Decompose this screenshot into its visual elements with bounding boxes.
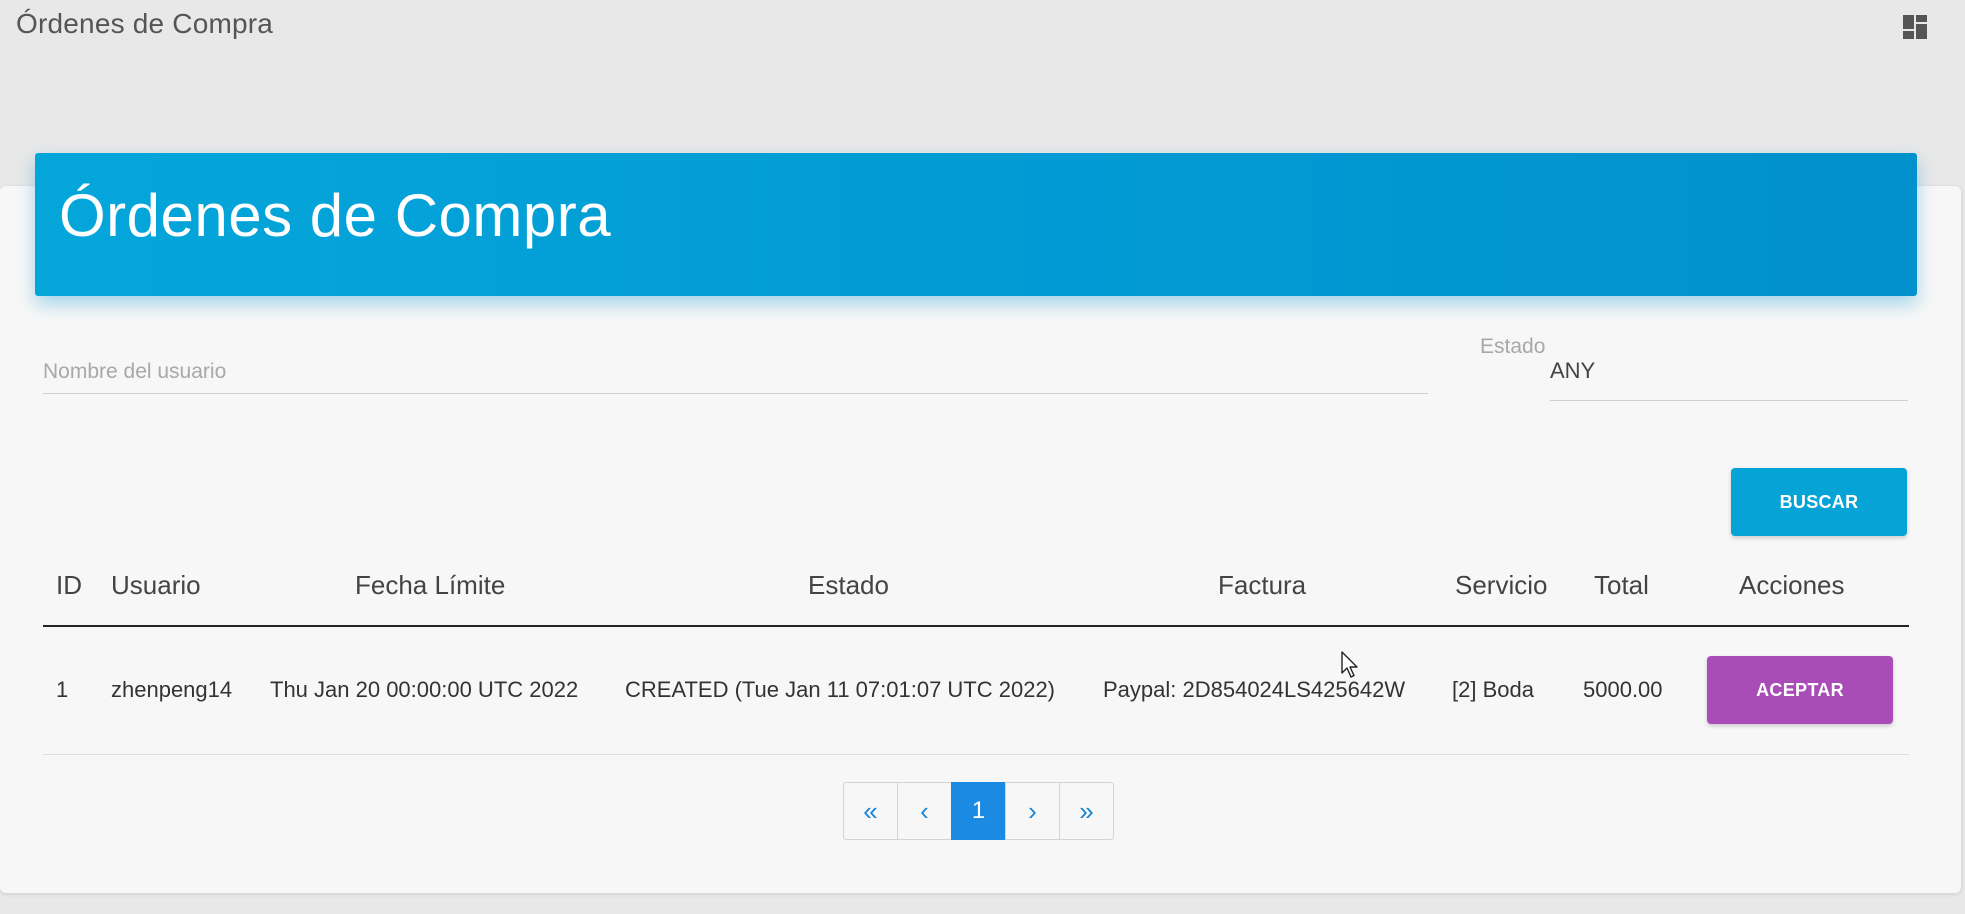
cell-fecha-limite: Thu Jan 20 00:00:00 UTC 2022 <box>270 677 579 702</box>
column-header-estado: Estado <box>808 570 889 600</box>
cell-usuario: zhenpeng14 <box>111 677 233 702</box>
cell-id: 1 <box>56 677 69 702</box>
aceptar-button[interactable]: ACEPTAR <box>1707 656 1893 724</box>
cell-estado: CREATED (Tue Jan 11 07:01:07 UTC 2022) <box>625 677 1056 702</box>
last-page-button[interactable]: » <box>1059 782 1114 840</box>
card-header: Órdenes de Compra <box>35 153 1917 296</box>
top-bar: Órdenes de Compra <box>0 0 1965 60</box>
page-1-button[interactable]: 1 <box>951 782 1006 840</box>
prev-page-button[interactable]: ‹ <box>897 782 952 840</box>
estado-selected-value: ANY <box>1550 358 1596 383</box>
cell-servicio: [2] Boda <box>1452 677 1534 702</box>
cell-factura: Paypal: 2D854024LS425642W <box>1103 677 1406 702</box>
table-row: 1 zhenpeng14 Thu Jan 20 00:00:00 UTC 202… <box>43 627 1909 755</box>
column-header-id: ID <box>56 570 82 600</box>
first-page-button[interactable]: « <box>843 782 898 840</box>
user-name-input[interactable] <box>43 355 1428 389</box>
column-header-acciones: Acciones <box>1739 570 1845 600</box>
page-title: Órdenes de Compra <box>16 8 274 39</box>
estado-select[interactable]: ANY <box>1550 354 1908 401</box>
cell-total: 5000.00 <box>1583 677 1663 702</box>
column-header-usuario: Usuario <box>111 570 201 600</box>
card-title: Órdenes de Compra <box>59 182 612 249</box>
column-header-fecha-limite: Fecha Límite <box>355 570 506 600</box>
column-header-total: Total <box>1594 570 1649 600</box>
next-page-button[interactable]: › <box>1005 782 1060 840</box>
pagination: « ‹ 1 › » <box>843 782 1114 840</box>
estado-label: Estado <box>1480 335 1546 358</box>
buscar-button[interactable]: BUSCAR <box>1731 468 1907 536</box>
table-header: ID Usuario Fecha Límite Estado Factura S… <box>43 560 1909 627</box>
user-name-field <box>43 350 1428 394</box>
mouse-pointer-icon <box>1341 651 1359 679</box>
column-header-factura: Factura <box>1218 570 1307 600</box>
dashboard-icon[interactable] <box>1902 14 1928 40</box>
column-header-servicio: Servicio <box>1455 570 1548 600</box>
